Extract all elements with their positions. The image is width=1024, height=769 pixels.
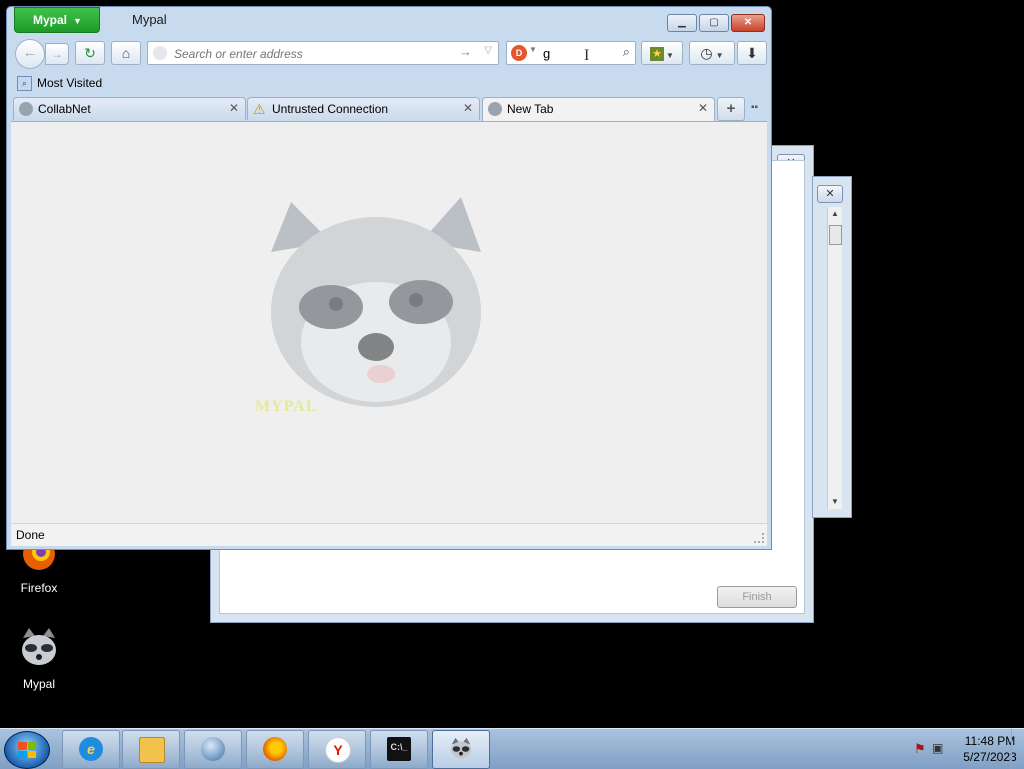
start-button[interactable] <box>4 731 50 769</box>
search-icon[interactable]: ⌕ <box>623 44 630 60</box>
tab-label: New Tab <box>507 102 554 116</box>
background-dialog-window-2: ✕ ▲ ▼ <box>812 176 852 518</box>
taskbar-file-explorer[interactable] <box>122 730 180 769</box>
new-tab-page: MYPAL <box>11 121 767 524</box>
close-window-button[interactable]: ✕ <box>731 14 765 32</box>
tab-untrusted-connection[interactable]: ⚠ Untrusted Connection ✕ <box>247 97 480 120</box>
close-tab-icon[interactable]: ✕ <box>463 101 473 115</box>
close-tab-icon[interactable]: ✕ <box>229 101 239 115</box>
go-arrow-icon[interactable]: → <box>459 44 472 59</box>
reload-button[interactable]: ↻ <box>75 41 105 65</box>
status-bar: Done <box>11 523 767 546</box>
browser-window: Mypal ▼ Mypal ▁ ▢ ✕ ← → ↻ ⌂ → ▽ D ▼ ⌕ ★▼ … <box>6 6 772 550</box>
reload-icon: ↻ <box>84 45 96 61</box>
most-visited-folder-icon: ⌕ <box>17 76 32 91</box>
address-input[interactable] <box>172 44 456 63</box>
globe-icon <box>19 102 33 116</box>
taskbar-internet-explorer[interactable]: e <box>62 730 120 769</box>
chevron-down-icon: ▼ <box>73 16 82 26</box>
chevron-down-icon[interactable]: ▼ <box>529 45 537 54</box>
mypal-raccoon-watermark-icon <box>271 197 481 407</box>
windows-logo-icon <box>18 742 36 758</box>
downloads-button[interactable]: ⬇ <box>737 41 767 65</box>
window-title: Mypal <box>132 12 167 27</box>
desktop-icon-label: Mypal <box>22 677 55 691</box>
new-tab-button[interactable]: + <box>717 97 745 121</box>
taskbar-media-center[interactable] <box>184 730 242 769</box>
most-visited-bookmark[interactable]: Most Visited <box>37 76 102 90</box>
taskbar-mypal[interactable] <box>432 730 490 769</box>
back-button[interactable]: ← <box>15 39 45 69</box>
background-dialog-2-scrollbar[interactable]: ▲ ▼ <box>827 207 842 509</box>
mypal-raccoon-icon <box>22 628 56 665</box>
taskbar: e Y C:\_ ⚑ ▣ 11:48 PM 5/27/2023 <box>0 728 1024 769</box>
duckduckgo-icon[interactable]: D <box>511 45 527 61</box>
navigation-toolbar: ← → ↻ ⌂ → ▽ D ▼ ⌕ ★▼ ◷▼ ⬇ <box>11 37 767 69</box>
media-orb-icon <box>201 737 225 761</box>
folder-icon <box>139 737 165 763</box>
background-dialog-2-close-button[interactable]: ✕ <box>817 185 843 203</box>
command-prompt-icon: C:\_ <box>387 737 411 761</box>
history-button[interactable]: ◷ ▼ <box>689 41 735 65</box>
app-menu-label: Mypal <box>33 13 68 27</box>
home-icon: ⌂ <box>121 45 131 61</box>
show-desktop-button[interactable] <box>1011 729 1024 769</box>
bookmarks-menu-button[interactable]: ★ ▼ <box>641 41 683 65</box>
scroll-down-arrow-icon[interactable]: ▼ <box>828 495 842 509</box>
tab-label: CollabNet <box>38 102 91 116</box>
download-arrow-icon: ⬇ <box>746 45 758 61</box>
chevron-down-icon: ▼ <box>666 51 674 60</box>
search-bar[interactable]: D ▼ ⌕ <box>506 41 636 65</box>
mypal-raccoon-icon <box>450 737 472 759</box>
tab-label: Untrusted Connection <box>272 102 389 116</box>
finish-button[interactable]: Finish <box>717 586 797 608</box>
scrollbar-thumb[interactable] <box>829 225 842 245</box>
search-input[interactable] <box>541 44 615 63</box>
status-text: Done <box>16 528 45 542</box>
taskbar-firefox[interactable] <box>246 730 304 769</box>
desktop-icon-mypal[interactable]: Mypal <box>4 626 74 691</box>
action-center-flag-icon[interactable]: ⚑ <box>914 741 926 757</box>
address-bar[interactable]: → ▽ <box>147 41 499 65</box>
taskbar-command-prompt[interactable]: C:\_ <box>370 730 428 769</box>
taskbar-yandex-browser[interactable]: Y <box>308 730 366 769</box>
site-identity-icon[interactable] <box>153 46 167 60</box>
text-cursor-icon: I <box>584 47 590 64</box>
system-tray: ⚑ ▣ 11:48 PM 5/27/2023 <box>884 729 1024 769</box>
close-tab-icon[interactable]: ✕ <box>698 101 708 115</box>
history-dropdown-icon[interactable]: ▽ <box>484 45 492 56</box>
resize-grip-icon[interactable] <box>754 533 764 543</box>
bookmarks-toolbar: ⌕ Most Visited <box>11 73 767 93</box>
bookmark-star-icon: ★ <box>650 47 665 62</box>
network-icon[interactable]: ▣ <box>932 741 943 755</box>
chevron-down-icon: ▼ <box>715 51 724 60</box>
caption-buttons: ▁ ▢ ✕ <box>667 14 765 32</box>
minimize-button[interactable]: ▁ <box>667 14 697 32</box>
firefox-icon <box>263 737 287 761</box>
forward-button[interactable]: → <box>45 43 69 65</box>
app-menu-button[interactable]: Mypal ▼ <box>14 7 100 33</box>
internet-explorer-icon: e <box>79 737 103 761</box>
mypal-watermark-text: MYPAL <box>255 398 318 415</box>
list-all-tabs-icon[interactable]: ▪▪ <box>751 102 758 113</box>
maximize-button[interactable]: ▢ <box>699 14 729 32</box>
globe-icon <box>488 102 502 116</box>
clock-icon: ◷ <box>700 45 713 61</box>
warning-icon: ⚠ <box>253 101 266 117</box>
back-forward-group: ← → <box>15 39 71 69</box>
tab-new-tab[interactable]: New Tab ✕ <box>482 97 715 121</box>
tab-collabnet[interactable]: CollabNet ✕ <box>13 97 246 120</box>
scroll-up-arrow-icon[interactable]: ▲ <box>828 207 842 221</box>
home-button[interactable]: ⌂ <box>111 41 141 65</box>
yandex-icon: Y <box>325 737 351 763</box>
tab-strip: CollabNet ✕ ⚠ Untrusted Connection ✕ New… <box>11 97 767 121</box>
desktop-icon-label: Firefox <box>20 581 58 595</box>
